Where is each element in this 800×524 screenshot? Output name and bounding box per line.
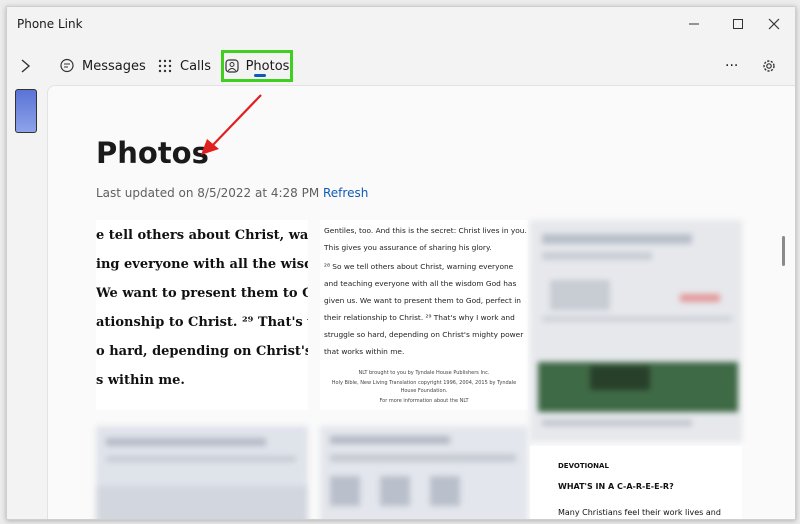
photo-footer-line: For more information about the NLT (379, 398, 469, 404)
chevron-right-icon (21, 59, 31, 73)
more-icon: ··· (725, 58, 739, 74)
photo-text-line: s within me. (96, 373, 185, 388)
photo-thumbnail[interactable]: DEVOTIONAL WHAT'S IN A C-A-R-E-E-R? Many… (530, 446, 742, 519)
more-options-button[interactable]: ··· (725, 51, 738, 81)
expand-sidebar-button[interactable] (19, 51, 38, 81)
phone-link-window: Phone Link Messages Calls Photos ··· Pho… (6, 6, 796, 520)
photo-text-line: given us. We want to present them to God… (324, 296, 521, 305)
photo-thumbnail-blurred[interactable] (530, 220, 742, 442)
settings-button[interactable] (761, 51, 784, 81)
photo-text-line: Many Christians feel their work lives an… (558, 508, 721, 517)
page-title: Photos (96, 136, 209, 170)
scrollbar-thumb[interactable] (782, 236, 785, 266)
photo-footer-line: House Foundation. (400, 388, 448, 394)
photo-footer-line: NLT brought to you by Tyndale House Publ… (358, 370, 490, 376)
photo-text-line: Gentiles, too. And this is the secret: C… (324, 226, 527, 235)
tab-calls[interactable]: Calls (157, 51, 211, 81)
photos-icon (224, 59, 239, 73)
photo-text-line: struggle so hard, depending on Christ's … (324, 330, 524, 339)
tab-calls-label: Calls (180, 58, 212, 74)
minimize-button[interactable] (679, 11, 709, 37)
photos-pane: Photos Last updated on 8/5/2022 at 4:28 … (47, 85, 795, 519)
photo-text-line: their relationship to Christ. ²⁹ That's … (324, 313, 515, 322)
minimize-icon (689, 23, 699, 25)
chat-bubble-icon (60, 58, 74, 73)
last-updated-text: Last updated on 8/5/2022 at 4:28 PM (96, 186, 320, 200)
photo-text-line: e tell others about Christ, warning eve (96, 228, 308, 243)
photo-text-line: We want to present them to God, perf (96, 286, 308, 301)
gear-icon (763, 60, 775, 72)
phone-device-thumbnail[interactable] (15, 89, 37, 133)
navigation-bar: Messages Calls Photos ··· (7, 45, 795, 85)
tab-photos[interactable]: Photos (221, 50, 293, 82)
photo-text-line: that works within me. (324, 347, 405, 356)
photo-text-line: ²⁸ So we tell others about Christ, warni… (324, 262, 514, 271)
photo-text-line: ationship to Christ. ²⁹ That's why I wor (96, 315, 308, 330)
tab-messages-label: Messages (82, 58, 146, 74)
close-button[interactable] (759, 11, 789, 37)
selected-tab-indicator (254, 74, 266, 77)
photo-thumbnail[interactable]: Gentiles, too. And this is the secret: C… (320, 220, 528, 410)
title-bar: Phone Link (7, 7, 795, 41)
photo-text-line: ing everyone with all the wisdom Goo (96, 257, 308, 272)
maximize-icon (733, 19, 743, 29)
dialpad-icon (158, 59, 172, 73)
photo-text-line: DEVOTIONAL (558, 462, 609, 470)
photo-thumbnail-blurred[interactable] (96, 426, 308, 519)
photo-text-line: This gives you assurance of sharing his … (324, 243, 492, 252)
maximize-button[interactable] (723, 11, 753, 37)
tab-messages[interactable]: Messages (59, 51, 146, 81)
photo-text-line: and teaching everyone with all the wisdo… (324, 279, 517, 288)
photo-footer-line: Holy Bible, New Living Translation copyr… (331, 380, 517, 386)
close-icon (768, 18, 780, 30)
photo-thumbnail-blurred[interactable] (320, 426, 528, 519)
photo-thumbnail[interactable]: e tell others about Christ, warning eve … (96, 220, 308, 410)
photo-text-line: o hard, depending on Christ's mighty (96, 344, 308, 359)
app-title: Phone Link (17, 17, 83, 31)
tab-photos-label: Photos (245, 58, 290, 74)
photo-text-line: WHAT'S IN A C-A-R-E-E-R? (558, 482, 674, 491)
refresh-link[interactable]: Refresh (323, 186, 368, 200)
